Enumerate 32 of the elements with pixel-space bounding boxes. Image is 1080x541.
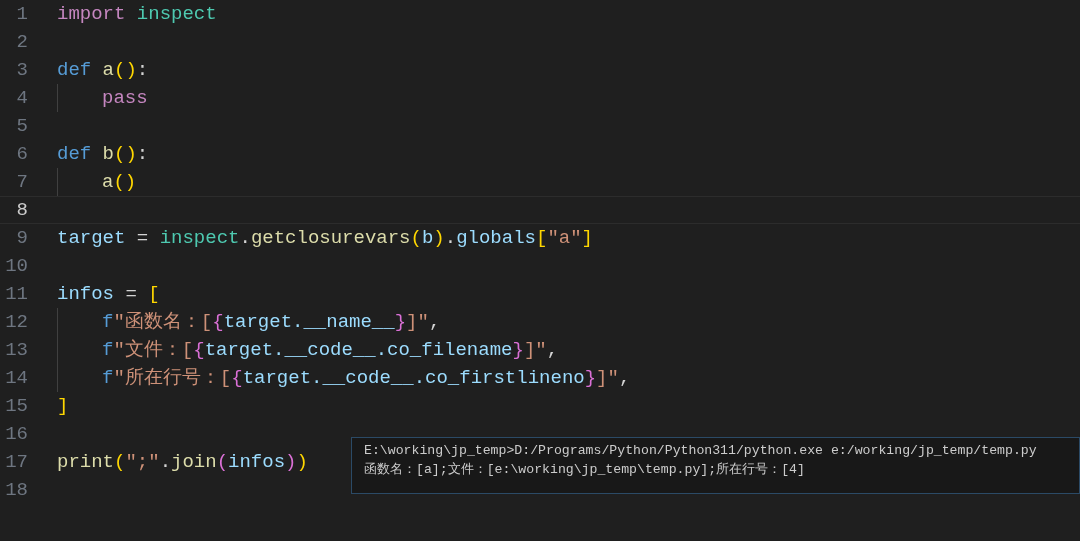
line-number: 4 <box>15 87 28 109</box>
code-line: target = inspect.getclosurevars(b).globals["a"] <box>57 226 593 250</box>
line-number: 6 <box>15 143 28 165</box>
line-number: 14 <box>4 367 28 389</box>
code-line: infos = [ <box>57 282 160 306</box>
code-line: f"文件：[{target.__code__.co_filename}]", <box>102 338 559 362</box>
code-line: import inspect <box>57 2 217 26</box>
line-number: 18 <box>4 479 28 501</box>
line-number: 8 <box>15 199 28 221</box>
code-line: def b(): <box>57 142 149 166</box>
line-number: 11 <box>4 283 28 305</box>
line-number: 17 <box>4 451 28 473</box>
line-number: 9 <box>15 227 28 249</box>
code-line: f"函数名：[{target.__name__}]", <box>102 310 441 334</box>
line-number: 10 <box>4 255 28 277</box>
line-number: 15 <box>4 395 28 417</box>
terminal-output-line: 函数名：[a];文件：[e:\working\jp_temp\temp.py];所在行号：[4] <box>364 461 805 479</box>
code-line: ] <box>57 394 69 418</box>
line-number: 16 <box>4 423 28 445</box>
line-number: 13 <box>4 339 28 361</box>
line-number: 1 <box>15 3 28 25</box>
line-number: 7 <box>15 171 28 193</box>
code-line: def a(): <box>57 58 149 82</box>
line-number: 3 <box>15 59 28 81</box>
line-number: 2 <box>15 31 28 53</box>
code-line: f"所在行号：[{target.__code__.co_firstlineno}]", <box>102 366 631 390</box>
line-number: 12 <box>4 311 28 333</box>
code-line: print(";".join(infos)) <box>57 450 308 474</box>
code-line: pass <box>102 86 148 110</box>
line-number: 5 <box>15 115 28 137</box>
terminal-output-line: E:\working\jp_temp>D:/Programs/Python/Python311/python.exe e:/working/jp_temp/temp.py <box>364 442 1037 460</box>
code-line: a() <box>102 170 137 194</box>
